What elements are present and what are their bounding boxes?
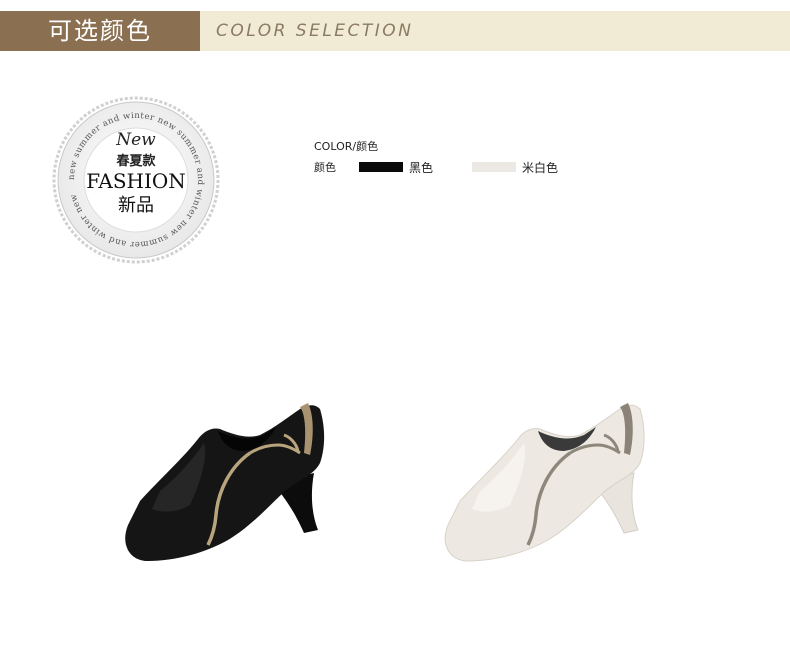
color-name-black[interactable]: 黑色 [409, 159, 433, 176]
color-name-cream[interactable]: 米白色 [522, 159, 558, 176]
cream-shoe-image[interactable] [420, 395, 660, 570]
color-label: 颜色 [314, 161, 336, 174]
color-swatch-black[interactable] [359, 162, 403, 172]
color-row: 颜色 黑色 米白色 [314, 159, 574, 175]
badge-new-text: New [115, 130, 156, 150]
banner-title-cn: 可选颜色 [0, 11, 200, 51]
badge-new-cn-text: 新品 [118, 195, 154, 216]
color-title: COLOR/颜色 [314, 140, 379, 153]
section-banner: 可选颜色 COLOR SELECTION [0, 11, 790, 51]
badge-fashion-text: FASHION [86, 169, 186, 193]
banner-title-en: COLOR SELECTION [200, 11, 790, 51]
black-shoe-image[interactable] [100, 395, 340, 570]
new-fashion-badge: new summer and winter new summer and win… [52, 96, 220, 264]
badge-season-text: 春夏款 [115, 153, 156, 169]
color-swatch-cream[interactable] [472, 162, 516, 172]
